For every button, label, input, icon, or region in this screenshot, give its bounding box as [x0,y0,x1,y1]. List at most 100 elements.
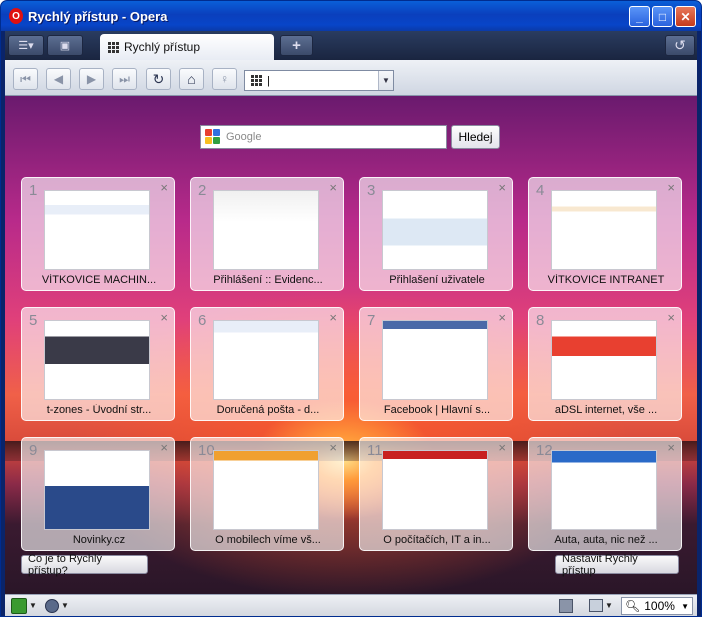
search-placeholder: Google [226,131,262,143]
image-mode-icon[interactable]: ▼ [589,597,613,614]
speed-dial-grid-icon [108,41,119,53]
google-logo-icon [205,129,221,145]
speed-dial-tile[interactable]: 3 × Přihlašení uživatele [359,177,513,291]
window-controls: _ □ ✕ [629,6,696,27]
navigation-toolbar: ⏮ ◀ ▶ ⏭ ↻ ⌂ ♀ | ▼ [5,60,697,96]
tile-thumbnail [551,320,657,400]
speed-dial-tile[interactable]: 5 × t-zones - Úvodní str... [21,307,175,421]
speed-dial-tile[interactable]: 9 × Novinky.cz [21,437,175,551]
tile-label: VÍTKOVICE INTRANET [547,274,665,286]
tile-close-icon[interactable]: × [498,310,506,325]
tile-close-icon[interactable]: × [329,180,337,195]
minimize-button[interactable]: _ [629,6,650,27]
panel-toggle-button[interactable]: ▣ [47,35,83,56]
fast-forward-button[interactable]: ⏭ [112,68,137,90]
tile-close-icon[interactable]: × [160,440,168,455]
tile-label: Přihlášení :: Evidenc... [213,274,323,286]
title-bar: O Rychlý přístup - Opera _ □ ✕ [1,1,701,31]
zoom-select[interactable]: 🔍︎ 100% ▼ [621,597,693,615]
tile-thumbnail [44,320,150,400]
reload-button[interactable]: ↻ [146,68,171,90]
back-button[interactable]: ◀ [46,68,71,90]
tile-thumbnail [44,450,150,530]
tile-label: Novinky.cz [72,534,126,546]
configure-speed-dial-button[interactable]: Nastavit Rychlý přístup [555,553,679,577]
tile-number: 1 [29,182,38,199]
menu-button[interactable]: ☰▾ [8,35,44,56]
tile-thumbnail [213,320,319,400]
speed-dial-tile[interactable]: 6 × Doručená pošta - d... [190,307,344,421]
tab-speed-dial[interactable]: Rychlý přístup [100,34,274,60]
status-bar: ▼ ▼ ▼ 🔍︎ 100% ▼ [5,594,697,616]
tile-number: 6 [198,312,207,329]
speed-dial-page: Google Hledej 1 × VÍTKOVICE MACHIN... 2 × Při… [5,96,697,594]
closed-tabs-button[interactable]: ↺ [665,35,695,56]
zoom-magnifier-icon: 🔍︎ [625,599,641,613]
tile-close-icon[interactable]: × [498,440,506,455]
speed-dial-tile[interactable]: 7 × Facebook | Hlavní s... [359,307,513,421]
speed-dial-tile[interactable]: 10 × O mobilech víme vš... [190,437,344,551]
page-view-icon[interactable] [559,597,573,614]
speed-dial-tile[interactable]: 12 × Auta, auta, nic než ... [528,437,682,551]
search-button[interactable]: Hledej [451,125,500,149]
tile-thumbnail [551,450,657,530]
new-tab-button[interactable]: + [280,35,313,56]
address-field[interactable]: | ▼ [244,70,394,91]
rewind-button[interactable]: ⏮ [13,68,38,90]
tile-close-icon[interactable]: × [667,180,675,195]
speed-dial-tile[interactable]: 4 × VÍTKOVICE INTRANET [528,177,682,291]
tab-label: Rychlý přístup [124,40,201,54]
address-value: | [267,74,270,87]
zoom-value: 100% [644,599,675,613]
speed-dial-tile[interactable]: 8 × aDSL internet, vše ... [528,307,682,421]
tile-thumbnail [382,190,488,270]
tile-label: O počítačích, IT a in... [383,534,491,546]
tile-label: Auta, auta, nic než ... [554,534,658,546]
tile-number: 5 [29,312,38,329]
tile-thumbnail [382,450,488,530]
address-dropdown-button[interactable]: ▼ [378,71,393,90]
tile-number: 8 [536,312,545,329]
speed-dial-tile[interactable]: 2 ×Přihlášení :: Evidenc... [190,177,344,291]
tile-label: Přihlašení uživatele [389,274,485,286]
tile-label: t-zones - Úvodní str... [46,404,152,416]
tile-number: 7 [367,312,376,329]
speed-dial-tile[interactable]: 1 × VÍTKOVICE MACHIN... [21,177,175,291]
tile-number: 9 [29,442,38,459]
speed-dial-tile[interactable]: 11 × O počítačích, IT a in... [359,437,513,551]
tile-close-icon[interactable]: × [498,180,506,195]
tile-number: 11 [367,442,383,459]
tile-close-icon[interactable]: × [160,310,168,325]
tile-thumbnail [382,320,488,400]
tile-label: aDSL internet, vše ... [554,404,658,416]
tile-thumbnail [213,190,319,270]
tile-close-icon[interactable]: × [329,440,337,455]
help-speed-dial-button[interactable]: Co je to Rychlý přístup? [21,553,148,577]
tile-thumbnail [551,190,657,270]
tile-label: Facebook | Hlavní s... [383,404,491,416]
tile-close-icon[interactable]: × [160,180,168,195]
maximize-button[interactable]: □ [652,6,673,27]
close-button[interactable]: ✕ [675,6,696,27]
tile-thumbnail [213,450,319,530]
tile-close-icon[interactable]: × [329,310,337,325]
tile-number: 4 [536,182,545,199]
forward-button[interactable]: ▶ [79,68,104,90]
search-input[interactable]: Google [200,125,447,149]
tile-label: Doručená pošta - d... [216,404,320,416]
opera-logo-icon: O [9,8,23,24]
tile-thumbnail [44,190,150,270]
tile-close-icon[interactable]: × [667,440,675,455]
tile-number: 2 [198,182,207,199]
tile-label: VÍTKOVICE MACHIN... [41,274,157,286]
wand-button[interactable]: ♀ [212,68,237,90]
zoom-dropdown-icon[interactable]: ▼ [681,602,689,611]
turbo-icon[interactable]: ▼ [45,597,69,614]
tile-close-icon[interactable]: × [667,310,675,325]
tile-number: 3 [367,182,376,199]
speed-dial-grid-icon [251,75,262,86]
sync-icon[interactable]: ▼ [11,597,37,614]
browser-window: O Rychlý přístup - Opera _ □ ✕ ☰▾ ▣ Rych… [0,0,702,617]
tile-label: O mobilech víme vš... [215,534,321,546]
home-button[interactable]: ⌂ [179,68,204,90]
